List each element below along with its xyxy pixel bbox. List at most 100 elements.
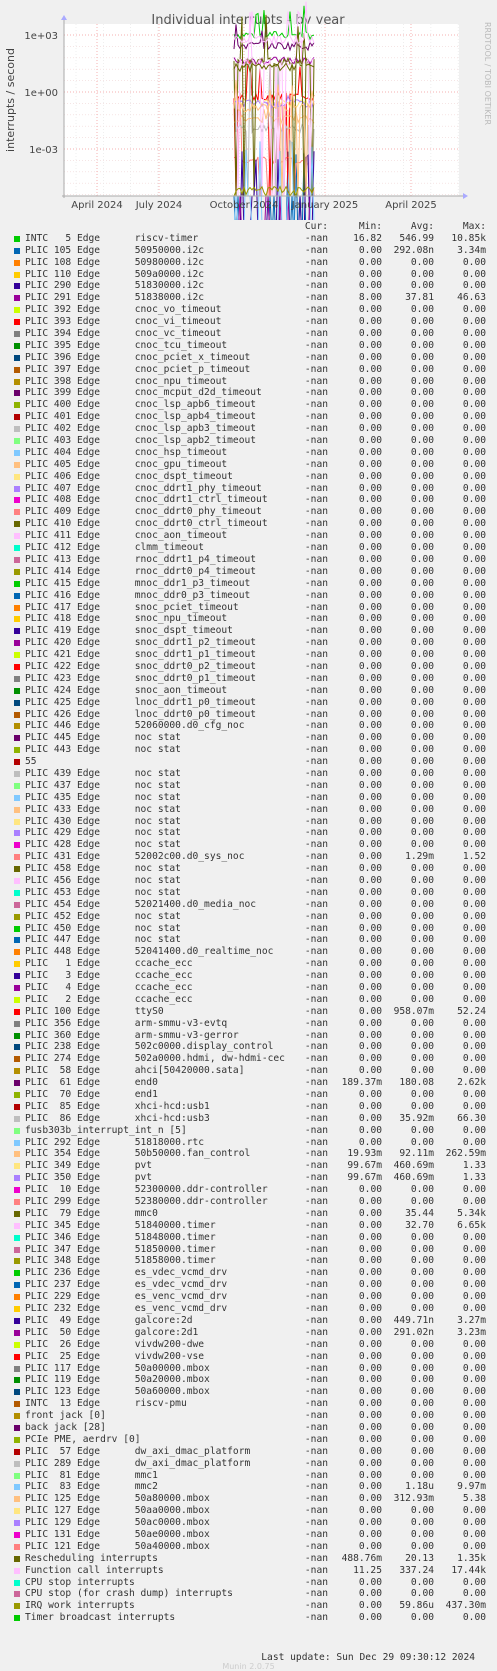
legend-cur-value: -nan [304, 1386, 328, 1398]
legend-series-name: PLIC 400 Edge cnoc_lsp_apb6_timeout [25, 399, 257, 411]
x-tick-label: July 2024 [135, 200, 183, 211]
legend-avg-value: 20.13 [405, 1552, 434, 1564]
legend-min-value: 0.00 [358, 411, 382, 423]
legend-avg-value: 312.93m [393, 1493, 434, 1505]
legend-avg-value: 0.00 [410, 375, 434, 387]
legend-max-value: 0.00 [462, 518, 486, 530]
legend-cur-value: -nan [304, 839, 328, 851]
legend-series-name: PLIC 430 Edge noc stat [25, 815, 181, 827]
legend-row: PLIC 400 Edge cnoc_lsp_apb6_timeout -nan 0… [14, 399, 494, 411]
legend-min-value: 0.00 [358, 886, 382, 898]
legend-swatch [14, 1424, 20, 1431]
legend-avg-value: 0.00 [410, 435, 434, 447]
legend-series-name: PLIC 356 Edge arm-smmu-v3-evtq [25, 1017, 228, 1029]
legend-cur-value: -nan [304, 910, 328, 922]
legend-avg-value: 0.00 [410, 601, 434, 613]
legend-cur-value: -nan [304, 898, 328, 910]
legend-avg-value: 0.00 [410, 482, 434, 494]
legend-min-value: 0.00 [358, 1184, 382, 1196]
legend-series-name: PLIC 418 Edge snoc_npu_timeout [25, 613, 228, 625]
legend-cur-value: -nan [304, 268, 328, 280]
legend-avg-value: 0.00 [410, 1398, 434, 1410]
legend-avg-value: 0.00 [410, 1267, 434, 1279]
legend-max-value: 0.00 [462, 1089, 486, 1101]
legend-swatch [14, 1567, 20, 1574]
legend-avg-value: 0.00 [410, 1196, 434, 1208]
legend-max-value: 10.85k [451, 232, 486, 244]
legend-avg-value: 0.00 [410, 613, 434, 625]
legend-max-value: 0.00 [462, 1196, 486, 1208]
legend-cur-value: -nan [304, 1279, 328, 1291]
legend-avg-value: 0.00 [410, 637, 434, 649]
legend-cur-value: -nan [304, 958, 328, 970]
legend-swatch [14, 1365, 20, 1372]
legend-cur-value: -nan [304, 423, 328, 435]
legend-swatch [14, 604, 20, 611]
legend-row: PLIC 448 Edge 52041400.d0_realtime_noc -n… [14, 946, 494, 958]
legend-avg-value: 0.00 [410, 506, 434, 518]
x-tick-label: October 2024 [210, 200, 279, 211]
legend-min-value: 0.00 [358, 470, 382, 482]
legend-avg-value: 0.00 [410, 625, 434, 637]
legend-row: PLIC 110 Edge 509a0000.i2c -nan 0.00 0.00 0.… [14, 269, 494, 281]
legend-min-value: 0.00 [358, 530, 382, 542]
legend-swatch [14, 770, 20, 777]
legend-cur-value: -nan [304, 399, 328, 411]
y-axis-label: interrupts / second [4, 48, 17, 152]
legend-swatch [14, 1187, 20, 1194]
legend-avg-value: 0.00 [410, 399, 434, 411]
legend-row: PLIC 439 Edge noc stat -nan 0.00 0.00 0.00 [14, 768, 494, 780]
legend-cur-value: -nan [304, 660, 328, 672]
legend-max-value: 0.00 [462, 542, 486, 554]
legend-swatch [14, 1103, 20, 1110]
legend-avg-value: 32.70 [405, 1219, 434, 1231]
legend-min-value: 11.25 [353, 1564, 382, 1576]
legend-cur-value: -nan [304, 589, 328, 601]
legend-swatch [14, 1044, 20, 1051]
legend-row: PLIC 290 Edge 51830000.i2c -nan 0.00 0.00 0.… [14, 280, 494, 292]
legend-series-name: PLIC 412 Edge clmm_timeout [25, 542, 205, 554]
legend-swatch [14, 1032, 20, 1039]
legend-max-value: 0.00 [462, 363, 486, 375]
x-tick-label: April 2025 [385, 200, 436, 211]
legend-min-value: 0.00 [358, 1612, 382, 1624]
legend-swatch [14, 1270, 20, 1277]
legend-cur-value: -nan [304, 328, 328, 340]
legend-max-value: 3.23m [457, 1326, 486, 1338]
legend-cur-value: -nan [304, 1481, 328, 1493]
x-ticks: April 2024 July 2024 October 2024 January 2… [71, 200, 436, 211]
legend-swatch [14, 307, 20, 314]
legend-avg-value: 0.00 [410, 744, 434, 756]
legend-max-value: 262.59m [445, 1148, 486, 1160]
legend-swatch [14, 1246, 20, 1253]
legend-swatch [14, 1579, 20, 1586]
legend-series-name: PLIC 428 Edge noc stat [25, 839, 181, 851]
legend-row: PLIC 446 Edge 52060000.d0_cfg_noc -nan 0.0… [14, 720, 494, 732]
legend-row: INTC 13 Edge riscv-pmu -nan 0.00 0.00 0.00 [14, 1398, 494, 1410]
legend-min-value: 0.00 [358, 910, 382, 922]
legend-max-value: 0.00 [462, 886, 486, 898]
legend-cur-value: -nan [304, 779, 328, 791]
legend-min-value: 0.00 [358, 506, 382, 518]
legend-series-name: PLIC 81 Edge mmc1 [25, 1469, 158, 1481]
legend-min-value: 0.00 [358, 244, 382, 256]
legend-avg-value: 0.00 [410, 910, 434, 922]
legend-cur-value: -nan [304, 1112, 328, 1124]
legend-max-value: 0.00 [462, 779, 486, 791]
legend-series-name: PLIC 350 Edge pvt [25, 1172, 153, 1184]
legend-avg-value: 460.69m [393, 1160, 434, 1172]
legend-swatch [14, 485, 20, 492]
legend-min-value: 0.00 [358, 1065, 382, 1077]
legend-row: PLIC 420 Edge snoc_ddrt1_p2_timeout -nan 0… [14, 637, 494, 649]
legend-cur-value: -nan [304, 565, 328, 577]
legend-min-value: 0.00 [358, 268, 382, 280]
legend-avg-value: 0.00 [410, 982, 434, 993]
legend-swatch [14, 1068, 20, 1075]
legend-cur-value: -nan [304, 625, 328, 637]
legend-row: PLIC 360 Edge arm-smmu-v3-gerror -nan 0.00… [14, 1030, 494, 1042]
legend-swatch [14, 1151, 20, 1158]
legend-cur-value: -nan [304, 1600, 328, 1612]
legend-avg-value: 0.00 [410, 339, 434, 351]
legend-min-value: 0.00 [358, 732, 382, 744]
legend-series-name: PLIC 108 Edge 50980000.i2c [25, 256, 205, 268]
